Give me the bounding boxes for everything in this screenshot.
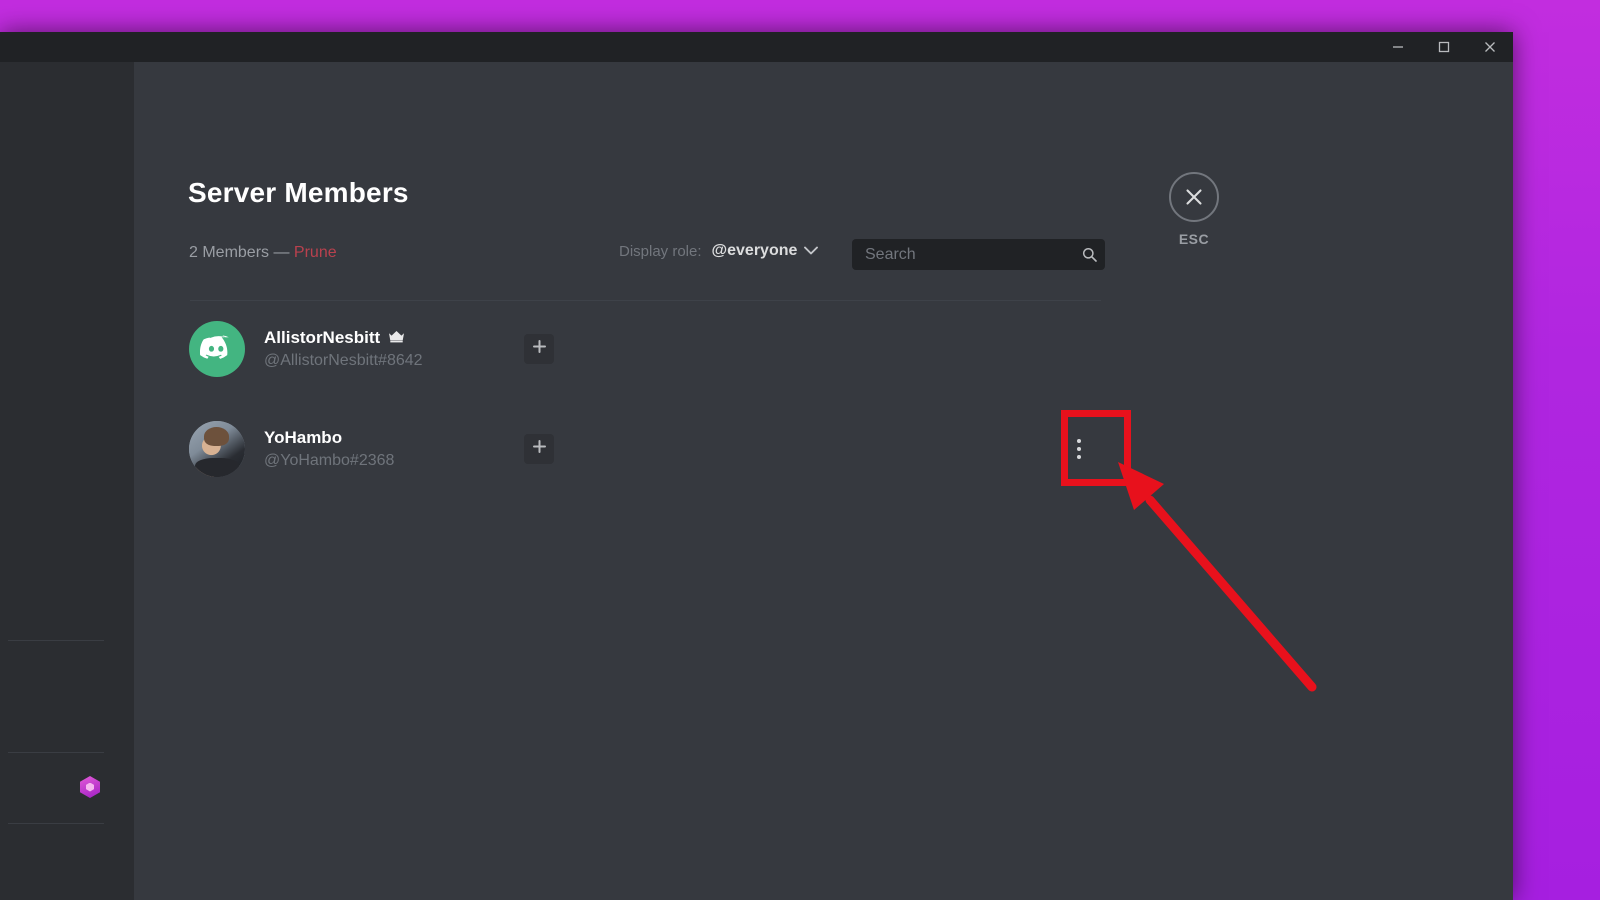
dot — [1077, 447, 1081, 451]
member-name-row: YoHambo — [264, 428, 394, 448]
chevron-down-icon — [804, 242, 819, 260]
member-identity: AllistorNesbitt @AllistorNesbitt#8642 — [264, 328, 423, 370]
member-name-row: AllistorNesbitt — [264, 328, 423, 348]
avatar — [189, 321, 245, 377]
plus-icon — [532, 440, 546, 458]
add-role-button[interactable] — [524, 334, 554, 364]
member-search-box[interactable] — [852, 239, 1105, 270]
hexagon-badge-icon — [80, 776, 100, 798]
server-members-panel: Server Members 2 Members — Prune Display… — [134, 62, 1513, 900]
page-title: Server Members — [188, 177, 409, 208]
prune-link[interactable]: Prune — [294, 244, 337, 261]
sidebar-divider-2 — [8, 752, 104, 753]
table-row[interactable]: AllistorNesbitt @AllistorNesbitt#8642 — [174, 312, 1114, 386]
table-row[interactable]: YoHambo @YoHambo#2368 — [174, 412, 1114, 486]
row-options-menu[interactable] — [1064, 432, 1094, 466]
role-select-value: @everyone — [711, 242, 798, 259]
close-modal-button[interactable]: ESC — [1159, 172, 1229, 247]
plus-icon — [532, 340, 546, 358]
minimize-button[interactable] — [1375, 32, 1421, 62]
close-icon — [1484, 41, 1496, 53]
member-identity: YoHambo @YoHambo#2368 — [264, 428, 394, 470]
maximize-icon — [1438, 41, 1450, 53]
member-name: YoHambo — [264, 428, 343, 447]
avatar — [189, 421, 245, 477]
sidebar-item-status[interactable]: tatus — [0, 771, 112, 803]
add-role-button[interactable] — [524, 434, 554, 464]
window-titlebar — [0, 32, 1513, 62]
member-tag: @YoHambo#2368 — [264, 452, 395, 469]
search-input[interactable] — [852, 239, 1082, 270]
role-select-dropdown[interactable]: @everyone — [712, 242, 819, 260]
sidebar-divider-1 — [8, 640, 104, 641]
close-window-button[interactable] — [1467, 32, 1513, 62]
member-count-row: 2 Members — Prune — [189, 244, 337, 262]
member-count-text: 2 Members — — [189, 244, 290, 261]
sidebar-item-community[interactable]: unity — [0, 700, 112, 732]
discord-app-window: te unity tatus IENT Server Members 2 Mem… — [0, 32, 1513, 900]
discord-logo-icon — [199, 334, 234, 365]
dot — [1077, 455, 1081, 459]
settings-sidebar: te unity tatus IENT — [0, 62, 134, 900]
sidebar-divider-3 — [8, 823, 104, 824]
maximize-button[interactable] — [1421, 32, 1467, 62]
search-icon — [1082, 247, 1108, 262]
esc-label: ESC — [1178, 231, 1210, 247]
sidebar-item-delete[interactable]: te — [0, 590, 112, 622]
header-divider — [190, 300, 1101, 301]
role-filter-bar: Display role: @everyone — [619, 242, 819, 260]
minimize-icon — [1392, 41, 1404, 53]
crown-icon — [388, 328, 405, 348]
display-role-label: Display role: — [619, 242, 702, 260]
sidebar-section-header: IENT — [0, 846, 116, 861]
member-name: AllistorNesbitt — [264, 328, 381, 347]
member-tag: @AllistorNesbitt#8642 — [264, 352, 423, 369]
close-circle-icon — [1169, 172, 1219, 222]
dot — [1077, 439, 1081, 443]
